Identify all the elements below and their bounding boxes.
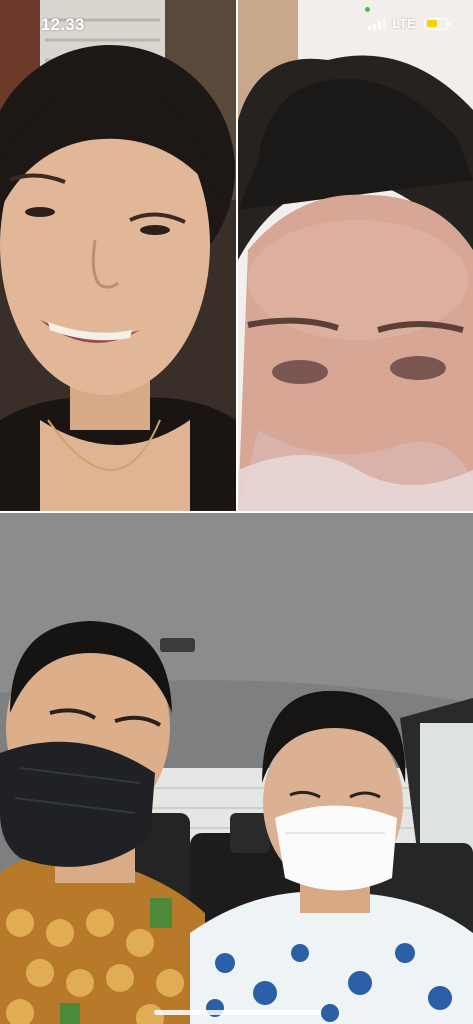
self-video-frame [0,513,473,1024]
participant-2-video-frame [238,0,473,511]
participant-video-1[interactable] [0,0,236,511]
video-call-screen: 12.33 LTE [0,0,473,1024]
self-video[interactable] [0,513,473,1024]
participant-1-video-frame [0,0,236,511]
participant-video-2[interactable] [238,0,473,511]
home-indicator[interactable] [154,1010,321,1015]
